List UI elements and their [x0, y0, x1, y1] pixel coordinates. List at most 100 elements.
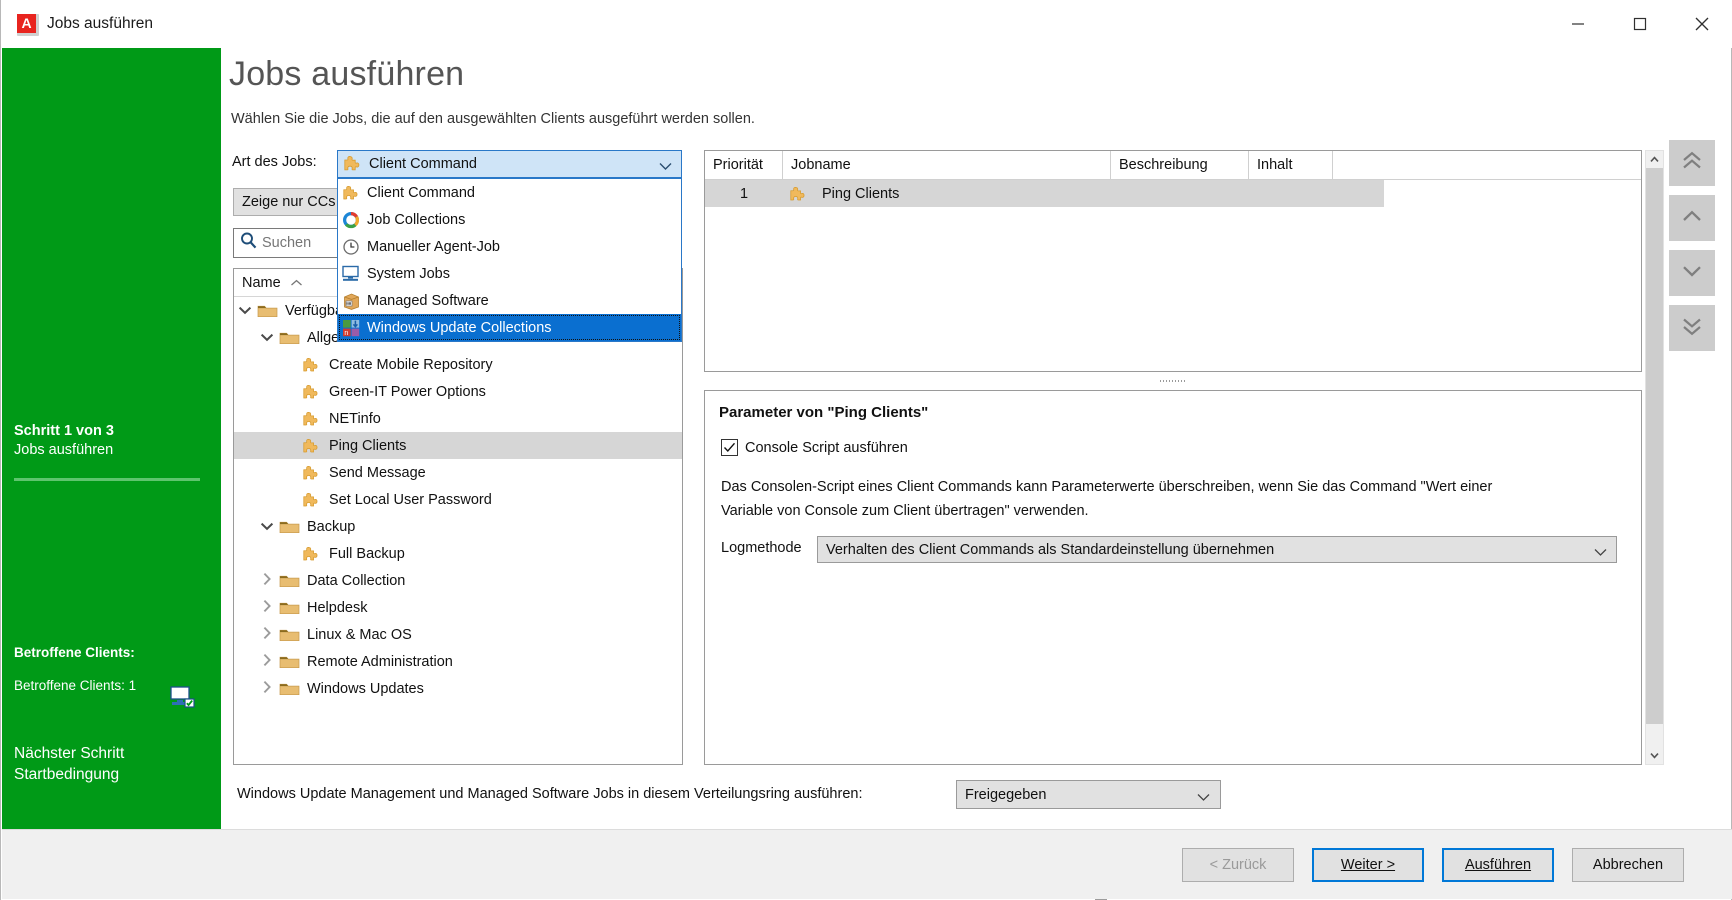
- tree-item-helpdesk[interactable]: Helpdesk: [234, 594, 682, 621]
- puzzle-icon: [300, 546, 322, 562]
- table-row[interactable]: 1 Ping Clients: [705, 180, 1384, 207]
- dropdown-item-windows-update-collections[interactable]: nWindows Update Collections: [338, 314, 681, 341]
- chevron-right-icon[interactable]: [256, 626, 278, 644]
- next-button[interactable]: Weiter >: [1312, 848, 1424, 882]
- scroll-up-icon[interactable]: [1646, 151, 1663, 168]
- next-button-label: Weiter >: [1341, 857, 1395, 873]
- folder-icon: [278, 600, 300, 616]
- client-monitor-icon: [170, 686, 196, 708]
- tree-item-full-backup[interactable]: Full Backup: [234, 540, 682, 567]
- tree-item-linux-mac-os[interactable]: Linux & Mac OS: [234, 621, 682, 648]
- wizard-sidebar: Schritt 1 von 3 Jobs ausführen Betroffen…: [2, 48, 221, 852]
- chevron-up-icon: [1681, 209, 1703, 228]
- job-type-combobox[interactable]: Client Command: [337, 150, 682, 178]
- move-up-button[interactable]: [1669, 195, 1715, 241]
- tree-item-backup[interactable]: Backup: [234, 513, 682, 540]
- parameters-panel: Parameter von "Ping Clients" Console Scr…: [704, 390, 1642, 765]
- package-icon: [338, 292, 364, 310]
- tree-item-send-message[interactable]: Send Message: [234, 459, 682, 486]
- column-header-jobname[interactable]: Jobname: [783, 151, 1111, 179]
- page-subtitle: Wählen Sie die Jobs, die auf den ausgewä…: [231, 111, 755, 127]
- app-logo-icon: A: [17, 14, 39, 36]
- chevron-down-icon[interactable]: [256, 330, 278, 346]
- tree-item-label: Green-IT Power Options: [329, 384, 486, 400]
- tree-item-ping-clients[interactable]: Ping Clients: [234, 432, 682, 459]
- tree-item-label: Backup: [307, 519, 355, 535]
- tree-item-label: Data Collection: [307, 573, 405, 589]
- tree-item-green-it-power-options[interactable]: Green-IT Power Options: [234, 378, 682, 405]
- tree-item-remote-administration[interactable]: Remote Administration: [234, 648, 682, 675]
- folder-icon: [278, 654, 300, 670]
- logmethod-label: Logmethode: [721, 540, 802, 556]
- wizard-step-title: Schritt 1 von 3: [14, 423, 210, 439]
- page-title: Jobs ausführen: [229, 55, 464, 94]
- double-chevron-up-icon: [1681, 151, 1703, 176]
- move-to-bottom-button[interactable]: [1669, 305, 1715, 351]
- parameters-description-line1: Das Consolen-Script eines Client Command…: [721, 475, 1621, 499]
- close-icon[interactable]: [1671, 0, 1732, 48]
- dropdown-item-client-command[interactable]: Client Command: [338, 179, 681, 206]
- puzzle-icon: [338, 185, 364, 201]
- run-button-label: Ausführen: [1465, 857, 1531, 873]
- console-script-label: Console Script ausführen: [745, 440, 908, 456]
- back-button[interactable]: < Zurück: [1182, 848, 1294, 882]
- chevron-down-icon[interactable]: [1197, 789, 1210, 807]
- chevron-right-icon[interactable]: [256, 653, 278, 671]
- chevron-down-icon[interactable]: [659, 158, 672, 176]
- run-button[interactable]: Ausführen: [1442, 848, 1554, 882]
- cancel-button[interactable]: Abbrechen: [1572, 848, 1684, 882]
- chevron-down-icon[interactable]: [256, 519, 278, 535]
- only-ccs-label: Zeige nur CCs: [242, 194, 335, 210]
- job-type-dropdown-list[interactable]: Client Command Job CollectionsManueller A…: [337, 178, 682, 342]
- maximize-icon[interactable]: [1609, 0, 1671, 48]
- puzzle-icon: [300, 411, 322, 427]
- logmethod-combobox[interactable]: Verhalten des Client Commands als Standa…: [817, 536, 1617, 563]
- dropdown-item-managed-software[interactable]: Managed Software: [338, 287, 681, 314]
- dropdown-item-label: System Jobs: [367, 266, 450, 282]
- distribution-ring-combobox[interactable]: Freigegeben: [956, 780, 1221, 809]
- chevron-down-icon: [1681, 264, 1703, 283]
- chevron-right-icon[interactable]: [256, 680, 278, 698]
- splitter-handle[interactable]: [704, 378, 1642, 384]
- chevron-right-icon[interactable]: [256, 599, 278, 617]
- tree-item-create-mobile-repository[interactable]: Create Mobile Repository: [234, 351, 682, 378]
- folder-icon: [278, 330, 300, 346]
- dropdown-item-job-collections[interactable]: Job Collections: [338, 206, 681, 233]
- jobs-tree-panel: Name Verfügbare JobsAllgemeinCreate Mobi…: [233, 268, 683, 765]
- tree-item-label: Remote Administration: [307, 654, 453, 670]
- column-header-prioritaet[interactable]: Priorität: [705, 151, 783, 179]
- parameters-title: Parameter von "Ping Clients": [719, 404, 928, 421]
- folder-icon: [278, 519, 300, 535]
- chevron-down-icon[interactable]: [234, 303, 256, 319]
- puzzle-icon: [783, 186, 813, 202]
- move-to-top-button[interactable]: [1669, 140, 1715, 186]
- scrollbar-thumb[interactable]: [1646, 168, 1663, 724]
- clock-icon: [338, 238, 364, 256]
- console-script-checkbox[interactable]: Console Script ausführen: [721, 439, 908, 456]
- dropdown-item-manueller-agent-job[interactable]: Manueller Agent-Job: [338, 233, 681, 260]
- dropdown-item-label: Windows Update Collections: [367, 320, 552, 336]
- parameters-description: Das Consolen-Script eines Client Command…: [721, 475, 1621, 523]
- move-down-button[interactable]: [1669, 250, 1715, 296]
- tree-item-set-local-user-password[interactable]: Set Local User Password: [234, 486, 682, 513]
- job-name: Ping Clients: [822, 186, 899, 202]
- minimize-icon[interactable]: [1547, 0, 1609, 48]
- column-header-beschreibung[interactable]: Beschreibung: [1111, 151, 1249, 179]
- puzzle-icon: [300, 384, 322, 400]
- tree-item-label: Set Local User Password: [329, 492, 492, 508]
- dropdown-item-label: Client Command: [367, 185, 475, 201]
- column-header-inhalt[interactable]: Inhalt: [1249, 151, 1333, 179]
- tree-item-windows-updates[interactable]: Windows Updates: [234, 675, 682, 702]
- scroll-down-icon[interactable]: [1646, 747, 1663, 764]
- window-title: Jobs ausführen: [47, 15, 153, 33]
- next-step-block: Nächster Schritt Startbedingung: [14, 743, 124, 785]
- chevron-down-icon[interactable]: [1594, 544, 1607, 562]
- right-vertical-scrollbar[interactable]: [1645, 150, 1664, 765]
- tree-item-netinfo[interactable]: NETinfo: [234, 405, 682, 432]
- windows-update-icon: n: [338, 319, 364, 337]
- tree-item-label: Full Backup: [329, 546, 405, 562]
- logmethod-value: Verhalten des Client Commands als Standa…: [826, 542, 1274, 558]
- tree-item-data-collection[interactable]: Data Collection: [234, 567, 682, 594]
- dropdown-item-system-jobs[interactable]: System Jobs: [338, 260, 681, 287]
- chevron-right-icon[interactable]: [256, 572, 278, 590]
